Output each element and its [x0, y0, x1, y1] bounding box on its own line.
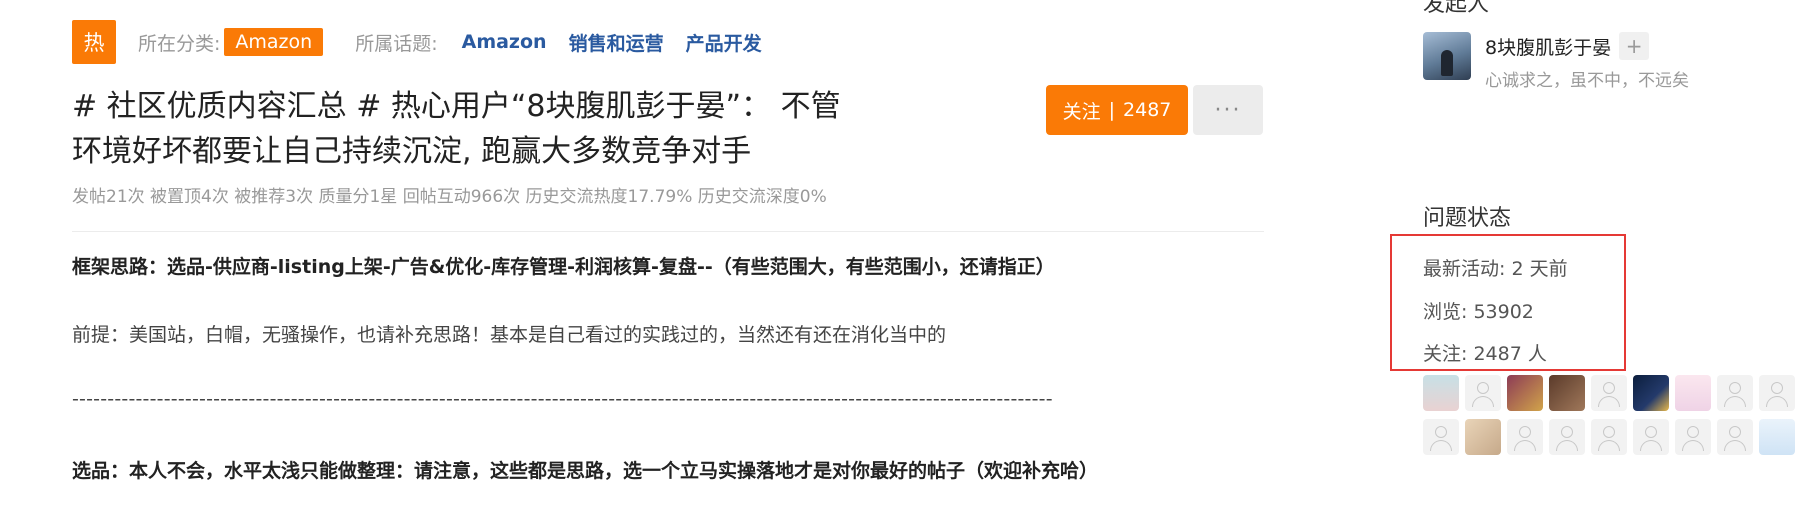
content-divider	[72, 231, 1264, 232]
status-highlight-box	[1390, 234, 1626, 371]
follower-avatar-placeholder-icon[interactable]	[1717, 419, 1753, 455]
content-paragraph-framework: 框架思路：选品-供应商-listing上架-广告&优化-库存管理-利润核算-复盘…	[72, 256, 1055, 278]
follower-avatar[interactable]	[1633, 375, 1669, 411]
follower-avatar-placeholder-icon[interactable]	[1465, 375, 1501, 411]
content-dashed-separator: ----------------------------------------…	[72, 388, 1053, 410]
author-signature: 心诚求之，虽不中，不远矣	[1485, 71, 1689, 91]
tag-row: 热 所在分类: Amazon 所属话题: Amazon 销售和运营 产品开发	[72, 20, 762, 64]
follower-avatar-placeholder-icon[interactable]	[1507, 419, 1543, 455]
follower-avatar-placeholder-icon[interactable]	[1675, 419, 1711, 455]
post-title: # 社区优质内容汇总 # 热心用户“8块腹肌彭于晏”： 不管环境好坏都要让自己持…	[72, 89, 841, 169]
follower-avatar[interactable]	[1759, 419, 1795, 455]
content-paragraph-selection: 选品：本人不会，水平太浅只能做整理：请注意，这些都是思路，选一个立马实操落地才是…	[72, 460, 1099, 482]
sidebar-partial-heading: 发起人	[1423, 0, 1490, 17]
follower-avatar-placeholder-icon[interactable]	[1549, 419, 1585, 455]
hot-badge: 热	[72, 20, 116, 64]
topics-label: 所属话题:	[355, 32, 438, 55]
follower-avatar-placeholder-icon[interactable]	[1759, 375, 1795, 411]
category-tag-amazon[interactable]: Amazon	[224, 28, 324, 56]
follow-count: 2487	[1123, 99, 1172, 121]
follow-author-plus-icon[interactable]: +	[1619, 32, 1650, 60]
follower-avatar[interactable]	[1549, 375, 1585, 411]
topic-link-sales-operations[interactable]: 销售和运营	[569, 29, 664, 56]
follower-avatar[interactable]	[1675, 375, 1711, 411]
question-status-title: 问题状态	[1423, 206, 1512, 231]
more-options-button[interactable]: ···	[1193, 85, 1263, 135]
author-avatar[interactable]	[1423, 32, 1471, 80]
follower-avatars	[1423, 375, 1803, 463]
author-name[interactable]: 8块腹肌彭于晏	[1485, 33, 1611, 60]
follower-avatar-placeholder-icon[interactable]	[1423, 419, 1459, 455]
follower-avatar[interactable]	[1507, 375, 1543, 411]
follower-avatar[interactable]	[1465, 419, 1501, 455]
follow-button[interactable]: 关注 | 2487	[1046, 85, 1188, 135]
follower-avatar-placeholder-icon[interactable]	[1633, 419, 1669, 455]
author-stats: 发帖21次 被置顶4次 被推荐3次 质量分1星 回帖互动966次 历史交流热度1…	[72, 187, 827, 207]
follow-separator: |	[1108, 99, 1116, 121]
follower-avatar-placeholder-icon[interactable]	[1591, 419, 1627, 455]
follower-avatar-placeholder-icon[interactable]	[1717, 375, 1753, 411]
topic-link-amazon[interactable]: Amazon	[462, 31, 547, 53]
content-paragraph-premise: 前提：美国站，白帽，无骚操作，也请补充思路！基本是自己看过的实践过的，当然还有还…	[72, 324, 947, 346]
category-label: 所在分类:	[138, 32, 221, 55]
follower-avatar[interactable]	[1423, 375, 1459, 411]
follower-avatar-placeholder-icon[interactable]	[1591, 375, 1627, 411]
topic-link-product-development[interactable]: 产品开发	[686, 29, 762, 56]
follow-label: 关注	[1062, 100, 1101, 123]
author-card: 8块腹肌彭于晏 + 心诚求之，虽不中，不远矣	[1423, 32, 1689, 91]
